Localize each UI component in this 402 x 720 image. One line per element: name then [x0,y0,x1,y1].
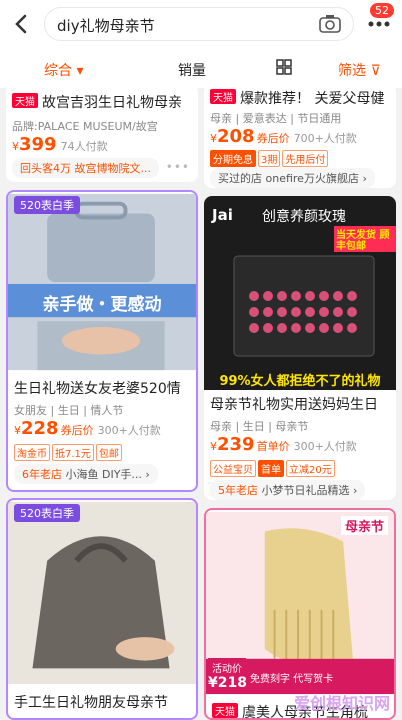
brand-logo: Jai [212,206,233,224]
search-box[interactable]: diy礼物母亲节 [44,7,354,41]
product-attrs: 母亲 | 爱意表达 | 节日通用 [210,112,342,125]
season-badge: 520表白季 [14,196,80,214]
product-price: ¥239 首单价 300+人付款 [210,434,357,455]
promo-text: 免费刻字 代写贺卡 [250,674,334,685]
more-options-icon[interactable]: ••• [166,160,190,174]
tmall-tag: 天猫 [210,89,236,104]
search-query[interactable]: diy礼物母亲节 [57,15,155,36]
product-price: ¥228 券后价 300+人付款 [14,418,161,439]
tmall-tag: 天猫 [212,703,238,718]
grid-view-icon[interactable] [276,59,292,75]
product-attrs: 母亲 | 生日 | 母亲节 [210,420,309,433]
product-card[interactable]: 520表白季 亲手做・更感动 生日礼物送女友老婆520情 女朋友 | 生日 | … [6,190,198,492]
product-image [8,501,196,685]
watermark: 爱创根知识网 [293,694,390,713]
product-card[interactable]: 天猫 爆款推荐！ 关爱父母健 母亲 | 爱意表达 | 节日通用 ¥208 券后价 70… [204,84,396,188]
product-attrs: 品牌:PALACE MUSEUM/故宫 [12,120,158,133]
top-bar: diy礼物母亲节 52 [0,0,402,50]
price-tag: 活动价 ¥218 [208,658,247,693]
product-title: 母亲节礼物实用送妈妈生日 [210,397,378,413]
season-badge: 520表白季 [14,504,80,522]
sort-bar: 综合 ▾ 销量 筛选 ⊽ [0,50,402,88]
image-caption: 99%女人都拒绝不了的礼物 [219,374,381,389]
product-card[interactable]: 520表白季 手工生日礼物朋友母亲节 [6,498,198,720]
product-title: 手工生日礼物朋友母亲节 [14,695,168,711]
product-card[interactable]: 母亲节 免费刻字 代写贺卡 活动价 ¥218 天猫 虞美人母亲节生角梳 爱创根知识网 [204,508,396,720]
product-image [8,193,196,371]
tmall-tag: 天猫 [12,93,38,108]
product-attrs: 女朋友 | 生日 | 情人节 [14,404,124,417]
product-title: 生日礼物送女友老婆520情 [14,381,181,397]
product-price: ¥399 74人付款 [12,134,108,155]
shop-link[interactable]: 回头客4万 故宫博物院文... [12,158,159,178]
product-card[interactable]: 天猫 故宫吉羽生日礼物母亲 品牌:PALACE MUSEUM/故宫 ¥399 74人… [6,84,198,182]
back-arrow-icon[interactable] [10,12,34,36]
corner-label: 母亲节 [340,516,388,535]
product-card[interactable]: Jai 创意养颜玫瑰 当天发货 顾丰包邮 99%女人都拒绝不了的礼物 母亲节礼物… [204,196,396,500]
sort-sales[interactable]: 销量 [178,60,206,80]
sort-comprehensive[interactable]: 综合 ▾ [44,60,83,80]
filter-button[interactable]: 筛选 ⊽ [338,60,381,80]
camera-icon[interactable] [319,14,341,34]
shop-link[interactable]: 6年老店 小海鱼 DIY手... › [14,464,158,484]
product-title: 故宫吉羽生日礼物母亲 [42,95,182,111]
promo-chips: 淘金币 抵7.1元 包邮 [14,444,124,461]
promo-chips: 公益宝贝 首单 立减20元 [210,460,337,477]
promo-chips: 分期免息 3期 先用后付 [210,150,330,167]
more-icon[interactable] [368,20,390,28]
promo-ribbon: 当天发货 顾丰包邮 [336,230,390,252]
image-banner-text: 亲手做・更感动 [42,295,162,315]
shop-link[interactable]: 买过的店 onefire万火旗舰店 › [210,168,375,188]
notification-badge: 52 [370,3,394,18]
image-headline: 创意养颜玫瑰 [262,209,346,225]
shop-link[interactable]: 5年老店 小梦节日礼品精选 › [210,480,366,500]
product-price: ¥208 券后价 700+人付款 [210,126,357,147]
product-title: 爆款推荐！ 关爱父母健 [240,91,385,107]
